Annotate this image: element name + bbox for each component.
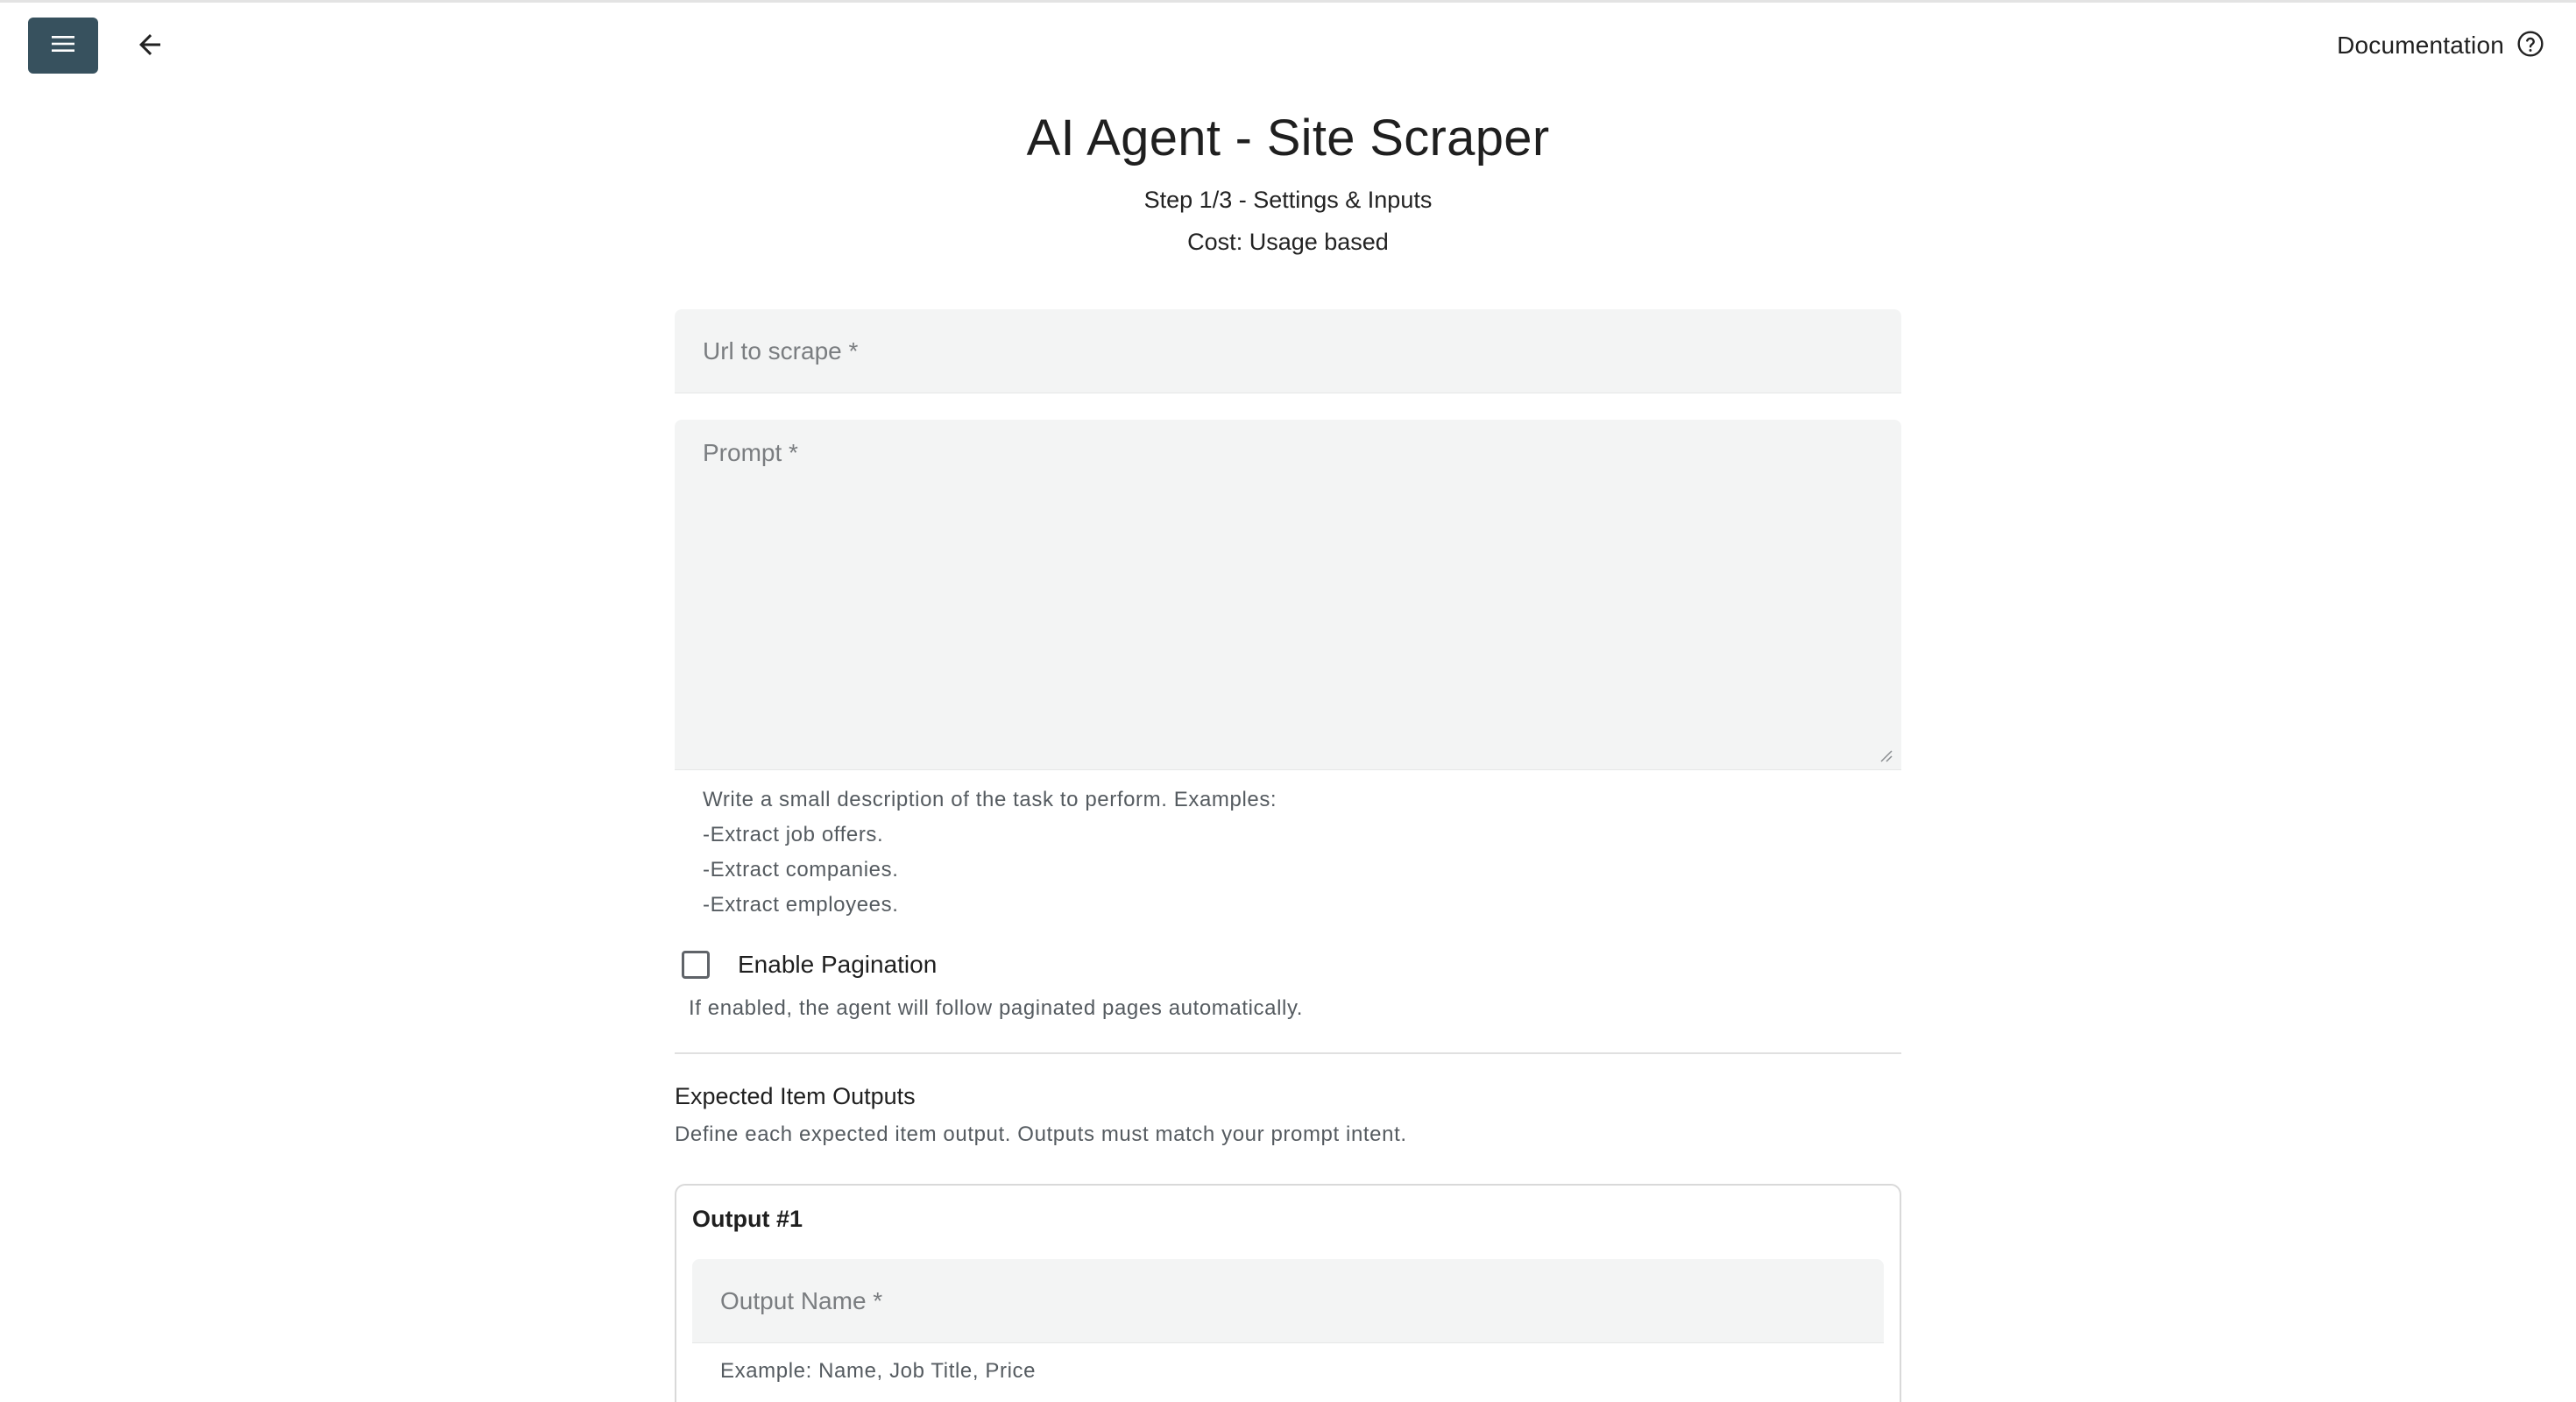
url-input[interactable]: Url to scrape * <box>675 309 1901 393</box>
url-input-label: Url to scrape * <box>703 337 859 365</box>
enable-pagination-checkbox[interactable] <box>682 951 710 979</box>
section-divider <box>675 1052 1901 1054</box>
page-title: AI Agent - Site Scraper <box>1026 110 1550 166</box>
enable-pagination-label[interactable]: Enable Pagination <box>738 951 937 979</box>
top-border <box>0 0 2576 3</box>
prompt-helper-text: Write a small description of the task to… <box>675 782 1901 923</box>
prompt-textarea[interactable]: Prompt * <box>675 420 1901 770</box>
page: Documentation AI Agent - Site Scraper St… <box>0 0 2576 1402</box>
cost-label: Cost: Usage based <box>1187 229 1389 255</box>
menu-button[interactable] <box>28 18 98 74</box>
arrow-left-icon <box>134 29 166 65</box>
resize-handle-icon[interactable] <box>1879 748 1893 762</box>
scraper-form: Url to scrape * Prompt * Write a small d… <box>675 309 1901 1402</box>
menu-icon <box>50 32 76 60</box>
documentation-label: Documentation <box>2337 32 2504 59</box>
pagination-hint: If enabled, the agent will follow pagina… <box>689 996 1304 1020</box>
outputs-section-title: Expected Item Outputs <box>675 1083 916 1109</box>
output-card-title: Output #1 <box>692 1206 803 1232</box>
help-circle-icon <box>2516 30 2544 62</box>
output-name-input[interactable]: Output Name * <box>692 1259 1884 1343</box>
step-indicator: Step 1/3 - Settings & Inputs <box>1143 187 1433 213</box>
prompt-helper-line: Write a small description of the task to… <box>703 788 1277 811</box>
documentation-link[interactable]: Documentation <box>2337 26 2544 65</box>
output-name-label: Output Name * <box>720 1287 883 1314</box>
prompt-helper-line: -Extract employees. <box>703 893 899 917</box>
pagination-row: Enable Pagination <box>675 945 1901 984</box>
prompt-label: Prompt * <box>703 439 798 466</box>
output-name-helper: Example: Name, Job Title, Price <box>720 1359 1037 1383</box>
back-button[interactable] <box>128 25 172 68</box>
prompt-helper-line: -Extract companies. <box>703 858 899 882</box>
prompt-helper-line: -Extract job offers. <box>703 823 884 846</box>
output-card: Output #1 Output Name * Example: Name, J… <box>675 1184 1901 1402</box>
outputs-section-description: Define each expected item output. Output… <box>675 1122 1407 1146</box>
title-block: AI Agent - Site Scraper Step 1/3 - Setti… <box>0 103 2576 261</box>
